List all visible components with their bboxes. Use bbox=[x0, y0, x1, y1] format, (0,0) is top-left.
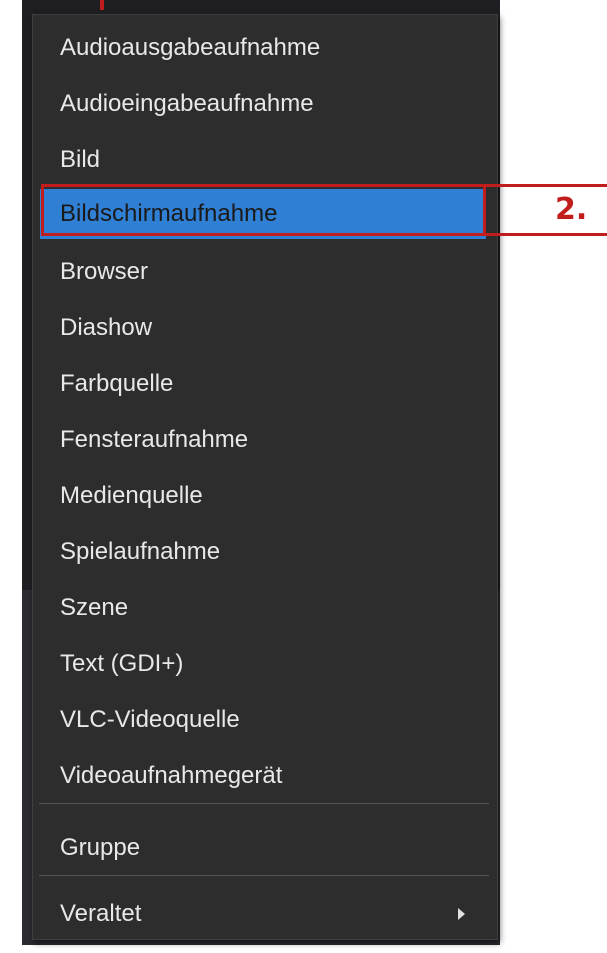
menu-item-label: Veraltet bbox=[60, 900, 142, 927]
menu-item-game-capture[interactable]: Spielaufnahme bbox=[33, 527, 497, 577]
menu-item-label: Spielaufnahme bbox=[60, 538, 221, 565]
menu-item-audio-input-capture[interactable]: Audioeingabeaufnahme bbox=[33, 79, 497, 129]
menu-item-deprecated[interactable]: Veraltet bbox=[33, 889, 497, 939]
menu-item-vlc-video-source[interactable]: VLC-Videoquelle bbox=[33, 695, 497, 745]
menu-item-scene[interactable]: Szene bbox=[33, 583, 497, 633]
annotation-step-label: 2. bbox=[555, 192, 588, 227]
menu-item-label: Medienquelle bbox=[60, 482, 203, 509]
menu-item-color-source[interactable]: Farbquelle bbox=[33, 359, 497, 409]
menu-item-video-capture-device[interactable]: Videoaufnahmegerät bbox=[33, 751, 497, 801]
menu-item-label: Bild bbox=[60, 146, 101, 173]
annotation-highlight-box bbox=[41, 184, 486, 236]
menu-item-text-gdi[interactable]: Text (GDI+) bbox=[33, 639, 497, 689]
menu-separator bbox=[39, 803, 489, 804]
menu-item-slideshow[interactable]: Diashow bbox=[33, 303, 497, 353]
menu-item-browser[interactable]: Browser bbox=[33, 247, 497, 297]
menu-item-label: Videoaufnahmegerät bbox=[60, 762, 283, 789]
add-source-context-menu: Audioausgabeaufnahme Audioeingabeaufnahm… bbox=[32, 14, 498, 940]
menu-item-label: VLC-Videoquelle bbox=[60, 706, 240, 733]
menu-item-audio-output-capture[interactable]: Audioausgabeaufnahme bbox=[33, 23, 497, 73]
menu-item-media-source[interactable]: Medienquelle bbox=[33, 471, 497, 521]
menu-item-label: Gruppe bbox=[60, 834, 141, 861]
menu-item-label: Audioeingabeaufnahme bbox=[60, 90, 314, 117]
menu-separator bbox=[39, 875, 489, 876]
app-accent-line bbox=[100, 0, 104, 10]
annotation-line-bottom bbox=[486, 233, 607, 236]
menu-item-label: Fensteraufnahme bbox=[60, 426, 249, 453]
menu-item-window-capture[interactable]: Fensteraufnahme bbox=[33, 415, 497, 465]
menu-item-group[interactable]: Gruppe bbox=[33, 823, 497, 873]
menu-item-label: Szene bbox=[60, 594, 129, 621]
annotation-line-top bbox=[486, 184, 607, 187]
menu-item-label: Browser bbox=[60, 258, 149, 285]
chevron-right-icon bbox=[458, 908, 465, 920]
menu-item-label: Diashow bbox=[60, 314, 153, 341]
menu-item-label: Text (GDI+) bbox=[60, 650, 184, 677]
menu-item-label: Audioausgabeaufnahme bbox=[60, 34, 321, 61]
menu-item-label: Farbquelle bbox=[60, 370, 174, 397]
menu-item-image[interactable]: Bild bbox=[33, 135, 497, 185]
